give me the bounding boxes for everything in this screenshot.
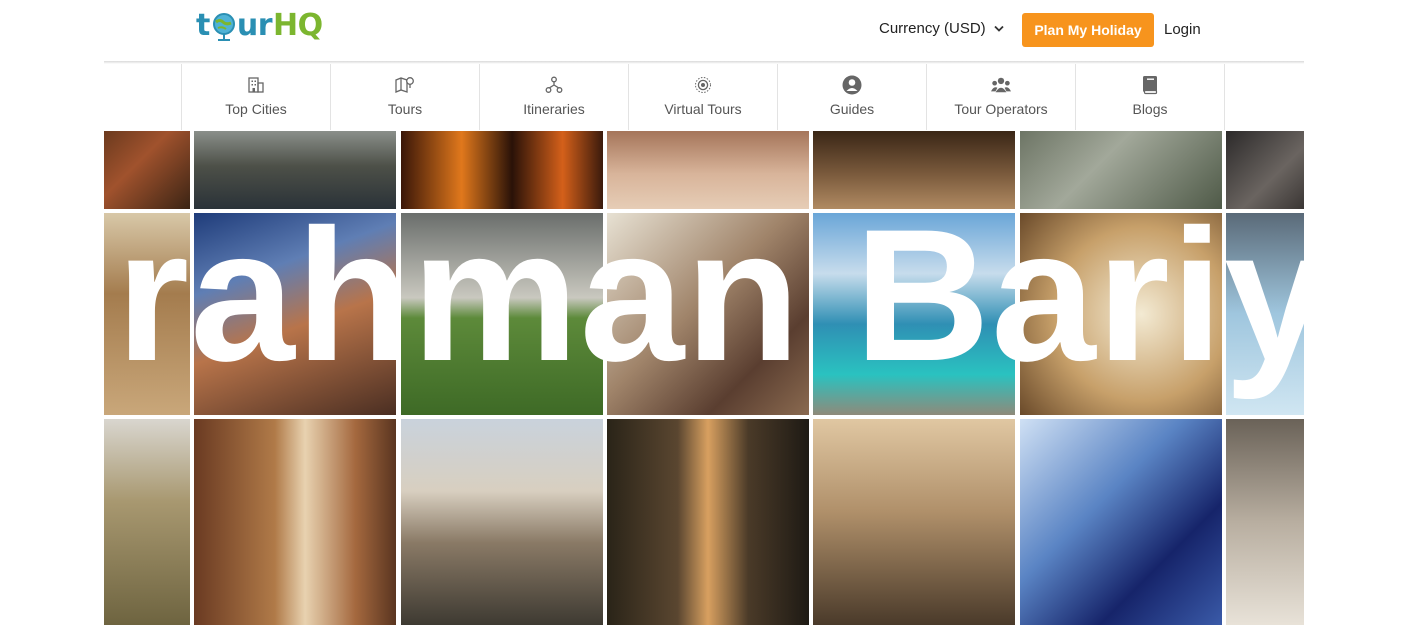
nav-item-guides[interactable]: Guides — [777, 64, 926, 130]
photo-tile-maltese-street — [194, 419, 396, 625]
nav-label: Guides — [829, 101, 875, 117]
book-icon — [1140, 75, 1160, 95]
category-nav: Top Cities Tours Itineraries Virtual Tou… — [181, 64, 1225, 130]
chevron-down-icon — [994, 20, 1004, 37]
nav-label: Blogs — [1132, 101, 1168, 117]
top-header: t ur HQ Currency (USD) Plan My Holiday L… — [0, 0, 1408, 62]
globe-icon — [211, 11, 237, 41]
logo-letter-t: t — [196, 8, 210, 43]
nav-item-virtual-tours[interactable]: Virtual Tours — [628, 64, 777, 130]
nav-label: Virtual Tours — [664, 101, 742, 117]
route-nodes-icon — [544, 75, 564, 95]
nav-item-itineraries[interactable]: Itineraries — [479, 64, 628, 130]
nav-item-blogs[interactable]: Blogs — [1075, 64, 1225, 130]
plan-my-holiday-button[interactable]: Plan My Holiday — [1022, 13, 1154, 47]
map-pin-icon — [395, 75, 415, 95]
user-circle-icon — [842, 75, 862, 95]
nav-item-top-cities[interactable]: Top Cities — [181, 64, 330, 130]
users-group-icon — [991, 75, 1011, 95]
building-icon — [246, 75, 266, 95]
photo-tile-building-corner — [1226, 419, 1304, 625]
nav-label: Tour Operators — [954, 101, 1048, 117]
hero-overlay-text: rahman Bariy — [116, 190, 1304, 400]
nav-label: Itineraries — [523, 101, 585, 117]
radar-icon — [693, 75, 713, 95]
logo-letters-hq: HQ — [273, 8, 323, 43]
nav-label: Top Cities — [225, 101, 287, 117]
photo-tile-hill-castle — [401, 419, 603, 625]
nav-item-tours[interactable]: Tours — [330, 64, 479, 130]
currency-selector[interactable]: Currency (USD) — [879, 20, 1004, 37]
tourhq-logo[interactable]: t ur HQ — [196, 8, 323, 43]
photo-tile-glass-skyscraper — [1020, 419, 1222, 625]
logo-letters-ur: ur — [236, 8, 273, 43]
nav-label: Tours — [387, 101, 423, 117]
currency-label: Currency (USD) — [879, 20, 986, 37]
nav-item-tour-operators[interactable]: Tour Operators — [926, 64, 1075, 130]
photo-tile-hill-trail — [104, 419, 190, 625]
login-link[interactable]: Login — [1164, 21, 1201, 38]
hero-photo-collage: rahman Bariy — [104, 131, 1304, 625]
photo-tile-market-crowd — [813, 419, 1015, 625]
photo-tile-dome-alley — [607, 419, 809, 625]
